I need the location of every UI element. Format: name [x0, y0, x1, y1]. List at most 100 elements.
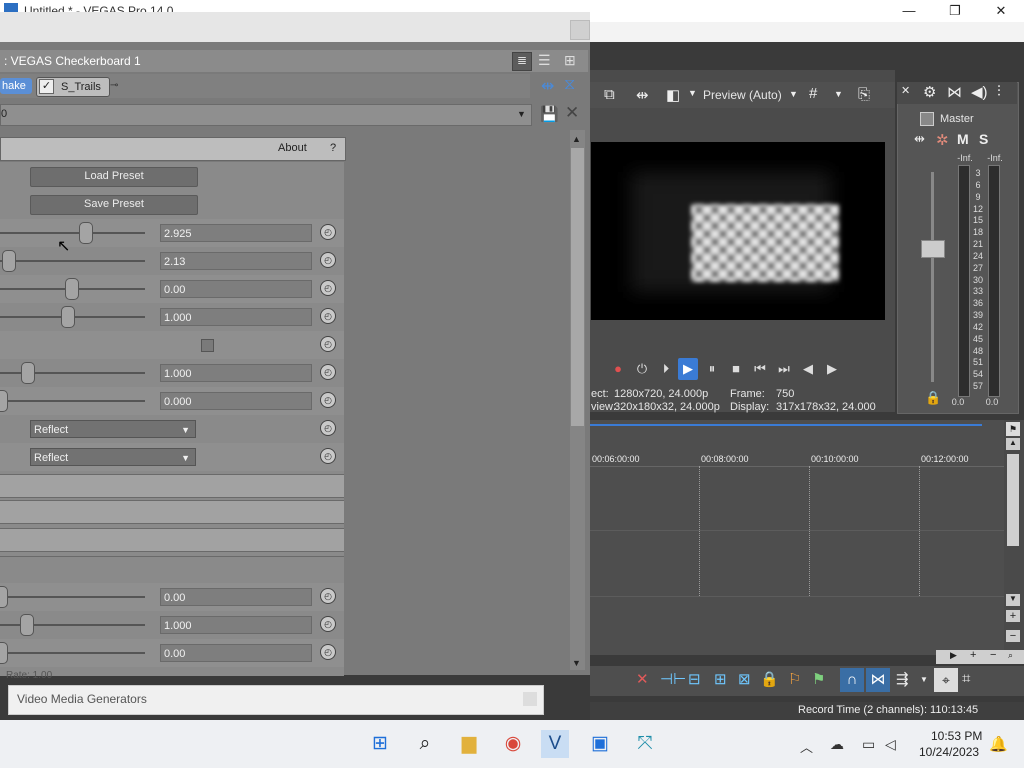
- onedrive-icon[interactable]: ☁: [830, 736, 844, 753]
- clock-date[interactable]: 10/24/2023: [919, 745, 979, 759]
- grid-view-icon[interactable]: ⊞: [564, 52, 576, 69]
- play-icon[interactable]: ▶: [678, 358, 698, 380]
- param-value-field[interactable]: 0.00: [160, 588, 312, 606]
- h-zoom-in-icon[interactable]: +: [970, 649, 976, 661]
- split-icon[interactable]: ⊟: [688, 670, 701, 688]
- keyframe-clock-icon[interactable]: ◴: [320, 392, 336, 408]
- param-value-field[interactable]: 2.925: [160, 224, 312, 242]
- microsoft-store-icon[interactable]: ▣: [586, 730, 614, 758]
- keyframe-clock-icon[interactable]: ◴: [320, 644, 336, 660]
- param-group-header[interactable]: [0, 500, 344, 524]
- param-group-header[interactable]: [0, 474, 344, 498]
- preset-dropdown-arrow-icon[interactable]: ▼: [517, 109, 526, 119]
- dropdown-arrow-icon[interactable]: ▼: [181, 421, 190, 439]
- save-preset-button[interactable]: Save Preset: [30, 195, 198, 215]
- show-hidden-icons-icon[interactable]: ︿: [800, 737, 813, 756]
- snapping-icon[interactable]: ∩: [840, 668, 864, 692]
- close-mixer-icon[interactable]: ✕: [901, 84, 910, 97]
- docked-tab-close-icon[interactable]: [523, 692, 537, 706]
- param-slider-knob[interactable]: [61, 306, 75, 328]
- param-checkbox[interactable]: [201, 339, 214, 352]
- param-value-field[interactable]: 0.00: [160, 280, 312, 298]
- copy-snapshot-icon[interactable]: ⎘: [858, 86, 870, 103]
- fx-chain-tab-hake[interactable]: hake: [0, 78, 32, 94]
- vegas-pro-icon[interactable]: V: [541, 730, 569, 758]
- play-from-start-icon[interactable]: ⏵: [656, 358, 676, 380]
- save-preset-icon[interactable]: 💾: [540, 105, 559, 123]
- scroll-right-icon[interactable]: ▶: [950, 650, 957, 661]
- loop-playback-icon[interactable]: ⏻: [632, 358, 652, 380]
- param-slider-knob[interactable]: [65, 278, 79, 300]
- fx-icon[interactable]: ✲: [936, 131, 949, 149]
- split-screen-icon[interactable]: ⇹: [636, 86, 649, 104]
- close-button[interactable]: ✕: [978, 0, 1024, 22]
- file-explorer-icon[interactable]: ▆: [455, 730, 483, 758]
- mixer-properties-icon[interactable]: ⚙: [923, 83, 936, 101]
- param-group-header[interactable]: [0, 528, 344, 552]
- scroll-up-icon[interactable]: ▲: [1006, 438, 1020, 450]
- lock-icon[interactable]: 🔒: [925, 390, 941, 406]
- auto-ripple-icon[interactable]: ⇶: [896, 670, 909, 688]
- lock-cursor-icon[interactable]: ⌖: [934, 668, 958, 692]
- dialog-scroll-thumb[interactable]: [571, 148, 584, 426]
- pan-icon[interactable]: ⇹: [914, 131, 925, 147]
- overlay-icon[interactable]: ◧: [666, 86, 680, 104]
- trim-icon[interactable]: ⊣⊢: [660, 670, 686, 688]
- keyframe-clock-icon[interactable]: ◴: [320, 280, 336, 296]
- clock-time[interactable]: 10:53 PM: [931, 729, 982, 743]
- trim-end-icon[interactable]: ⊠: [738, 670, 751, 688]
- zoom-tool-icon[interactable]: ⌕: [1008, 650, 1013, 661]
- network-icon[interactable]: ▭: [862, 736, 875, 753]
- zoom-in-icon[interactable]: +: [1006, 610, 1020, 622]
- start-icon[interactable]: ⊞: [366, 730, 394, 758]
- param-value-field[interactable]: 1.000: [160, 616, 312, 634]
- insert-region-icon[interactable]: ⚑: [812, 670, 825, 688]
- notification-bell-icon[interactable]: 🔔: [989, 735, 1008, 753]
- maximize-button[interactable]: ❐: [932, 0, 978, 22]
- about-button[interactable]: About: [278, 142, 307, 154]
- quality-dropdown-arrow-icon[interactable]: ▼: [789, 89, 798, 99]
- lock-envelope-icon[interactable]: 🔒: [760, 670, 779, 688]
- load-preset-button[interactable]: Load Preset: [30, 167, 198, 187]
- edge-mode-dropdown[interactable]: Reflect ▼: [30, 420, 196, 438]
- master-fader-knob[interactable]: [921, 240, 945, 258]
- mixer-channels-icon[interactable]: ⫶: [997, 83, 1001, 100]
- minimize-button[interactable]: —: [886, 0, 932, 22]
- param-value-field[interactable]: 2.13: [160, 252, 312, 270]
- master-checkbox[interactable]: [920, 112, 934, 126]
- trim-start-icon[interactable]: ⊞: [714, 670, 727, 688]
- normal-edit-tool-icon[interactable]: ⌗: [962, 670, 970, 687]
- h-zoom-out-icon[interactable]: −: [990, 649, 996, 661]
- param-slider-knob[interactable]: [79, 222, 93, 244]
- auto-crossfade-icon[interactable]: ⋈: [866, 668, 890, 692]
- preview-quality-dropdown[interactable]: Preview (Auto): [703, 88, 782, 102]
- help-button[interactable]: ?: [330, 142, 336, 154]
- preset-dropdown[interactable]: 0 ▼: [0, 104, 532, 126]
- dropdown-arrow-icon[interactable]: ▼: [181, 449, 190, 467]
- timeline-vertical-scrollbar[interactable]: ⚑ ▲ ▼ + −: [1004, 420, 1024, 660]
- previous-frame-icon[interactable]: ◀: [798, 358, 818, 380]
- grid-icon[interactable]: #: [809, 85, 817, 102]
- param-slider-knob[interactable]: [21, 362, 35, 384]
- pause-icon[interactable]: ⏸: [702, 358, 722, 380]
- fx-chain-tab-s-trails[interactable]: ✓ S_Trails: [36, 77, 110, 97]
- marker-flag-icon[interactable]: ⚑: [1006, 422, 1020, 436]
- keyframe-clock-icon[interactable]: ◴: [320, 336, 336, 352]
- go-to-end-icon[interactable]: ⏭: [774, 358, 794, 380]
- grid-dropdown-arrow-icon[interactable]: ▼: [834, 89, 843, 99]
- param-value-field[interactable]: 0.000: [160, 392, 312, 410]
- zoom-out-icon[interactable]: −: [1006, 630, 1020, 642]
- scroll-down-icon[interactable]: ▼: [572, 658, 581, 668]
- insert-marker-icon[interactable]: ⚐: [788, 670, 801, 688]
- video-media-generators-tab[interactable]: Video Media Generators: [8, 685, 544, 715]
- param-slider-knob[interactable]: [2, 250, 16, 272]
- list-view-icon[interactable]: ≣: [512, 52, 532, 71]
- param-group-header[interactable]: [0, 556, 344, 584]
- ripple-dropdown-icon[interactable]: ▼: [920, 675, 928, 684]
- search-icon[interactable]: ⌕: [411, 730, 439, 758]
- detail-view-icon[interactable]: ☰: [538, 52, 551, 69]
- param-value-field[interactable]: 1.000: [160, 364, 312, 382]
- mute-button[interactable]: M: [957, 131, 969, 147]
- solo-button[interactable]: S: [979, 131, 988, 147]
- snipping-tool-icon[interactable]: ⤧: [631, 730, 659, 758]
